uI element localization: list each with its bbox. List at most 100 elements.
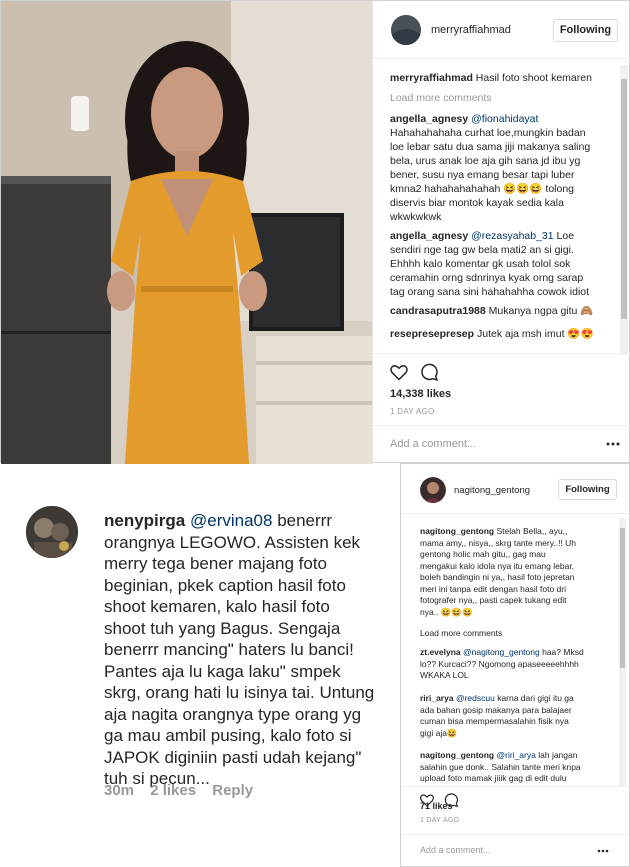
comment-username[interactable]: candrasaputra1988 [390,305,486,317]
avatar-image [420,477,446,503]
comment-text: loe lebar satu dua sama jiji makanya sal… [390,141,591,153]
caption-username[interactable]: merryraffiahmad [390,72,473,84]
avatar-image [391,15,421,45]
comment-mention[interactable]: @nagitong_gentong [463,647,540,657]
comment-text: cuman bisa mempermasalahin fisik nya [420,716,569,726]
following-button[interactable]: Following [553,19,618,42]
comment-text: bela, urus anak loe aja gih sana jd ibu … [390,155,581,167]
comments-scrollbar[interactable] [620,65,628,355]
comment: angella_agnesy @rezasyahab_31 Loe sendir… [390,229,626,299]
comment: resepresepresep Jutek aja msh imut 😍😍 [390,327,626,345]
load-more-comments[interactable]: Load more comments [420,628,502,640]
caption-text: Hasil foto shoot kemaren [475,72,592,84]
comment-username[interactable]: angella_agnesy [390,113,468,125]
comment-text: beginian, pkek caption hasil foto [104,575,346,595]
caption-text: fotografer nya,, pasti capek tukang edit [420,595,567,605]
post-sidebar: merryraffiahmad Following merryraffiahma… [372,1,630,464]
comment-likes[interactable]: 2 likes [150,782,196,799]
comment-text: gigi aja😆 [420,727,458,738]
comments-scrollbar[interactable] [619,518,626,786]
comment-username[interactable]: resepresepresep [390,328,474,340]
comment-username[interactable]: nagitong_gentong [420,750,494,760]
following-button[interactable]: Following [558,479,617,500]
divider [373,425,630,426]
like-count[interactable]: 14,338 likes [390,388,451,400]
comment-meta: 30m 2 likes Reply [104,782,253,799]
load-more-comments[interactable]: Load more comments [390,91,492,105]
post-caption: merryraffiahmad Hasil foto shoot kemaren [390,71,626,85]
comment-card: nenypirga @ervina08 benerrr orangnya LEG… [0,488,400,818]
photo-illustration [1,1,372,464]
comment-text: bener, susu nya emang besar tapi luber [390,169,575,181]
comment-text: aja nagita orangnya type orang yg [104,704,362,724]
comment: riri_arya @redscuu karna dari gigi itu g… [420,693,615,739]
caption-text: gentong holic mah gitu,, gag mau [420,549,546,559]
comment-text: ada bahan gosip makanya para balajaer [420,704,572,715]
comment-text: sendiri nge tag gw bela mati2 an si gigi… [390,244,574,256]
like-count[interactable]: 71 likes [420,801,453,811]
comment: angella_agnesy @fionahidayat Hahahahahah… [390,112,626,224]
more-options-icon[interactable] [606,437,620,451]
comment-text: Loe [556,230,575,242]
comment-text: tag orang sana sini hahahahha cowok idio… [390,286,590,298]
comment-text: skrg, orang hati lu isinya tai. Untung [104,683,375,702]
comment-username[interactable]: angella_agnesy [390,230,468,242]
comment-text: Pantes aja lu kaga laku" smpek [104,661,341,681]
comment-mention[interactable]: @rezasyahab_31 [471,230,553,242]
comment-mention[interactable]: @fionahidayat [471,113,538,125]
scrollbar-thumb[interactable] [620,528,625,668]
comment-text: wkwkwkwk [390,211,442,223]
comment-username[interactable]: zt.evelyna [420,647,461,657]
reply-button[interactable]: Reply [212,782,253,799]
more-options-icon[interactable] [597,844,609,856]
comment-text: ga mau ambil pusing, kalo foto si [104,726,352,745]
caption-username[interactable]: nagitong_gentong [420,526,494,536]
add-comment-input[interactable]: Add a comment... [420,845,491,855]
comment-body: nenypirga @ervina08 benerrr orangnya LEG… [104,510,394,790]
comment: zt.evelyna @nagitong_gentong haa? Mksd l… [420,647,615,682]
comment-text: karna dari gigi itu ga [497,693,574,703]
comment-text: ceramahin orng sdnrinya kyak orng sarap [390,272,584,284]
comment-text: merry tega bener majang foto [104,554,328,573]
caption-text: meri ini tanpa edit dengan hasil foto dr… [420,583,567,594]
avatar[interactable] [26,506,78,558]
avatar[interactable] [420,477,446,503]
comment-mention[interactable]: @riri_arya [497,750,536,760]
post-timestamp: 1 DAY AGO [390,407,435,416]
comment-text: benerrr [277,511,332,530]
comment-text: upload foto mamak jiiik gag di edit dulu [420,773,567,783]
comment-username[interactable]: riri_arya [420,693,454,703]
comment-text: shoot kemaren, kalo hasil foto [104,597,330,616]
post-username[interactable]: merryraffiahmad [431,24,511,36]
like-heart-icon[interactable] [389,362,409,382]
divider [401,786,629,787]
comment: candrasaputra1988 Mukanya ngpa gitu 🙈 [390,304,626,318]
comment-text: benerrr mancing" haters lu banci! [104,640,354,659]
scrollbar-thumb[interactable] [621,79,627,319]
avatar[interactable] [391,15,421,45]
comment-mention[interactable]: @ervina08 [190,511,272,530]
post-caption: nagitong_gentong Stelah Bella,, ayu,, ma… [420,526,615,618]
add-comment-input[interactable]: Add a comment... [390,438,476,450]
post-header: merryraffiahmad Following [373,1,630,59]
comment-bubble-icon[interactable] [419,362,439,382]
comment-text: lah jangan [538,750,578,760]
comment-text: kmna2 hahahahahahah 😆😆😆 tolong [390,183,575,195]
comment-text: Mukanya ngpa gitu 🙈 [488,305,594,317]
comment: nagitong_gentong @riri_arya lah jangan s… [420,750,615,786]
comment-username[interactable]: nenypirga [104,511,185,530]
comment-mention[interactable]: @redscuu [456,693,495,703]
caption-text: mama amy,, nisya,, skrg tante mery..!! U… [420,537,577,548]
comment-text: Hahahahahaha curhat loe,mungkin badan [390,127,586,139]
comment-text: Ehhhh kalo komentar gk usah tolol sok [390,258,571,270]
post-username[interactable]: nagitong_gentong [454,485,530,496]
instagram-post-top: merryraffiahmad Following merryraffiahma… [0,0,630,464]
avatar-image [26,506,78,558]
comment-text: diservis biar montok kayak sedia kala [390,197,564,209]
caption-text: boleh bandingin ni ya,, hasil foto jepre… [420,572,575,582]
divider [373,353,630,354]
post-photo[interactable] [1,1,372,464]
comment-text: salahin gue donk.. Salahin tante meri kn… [420,761,581,772]
comment-text: orangnya LEGOWO. Assisten kek [104,532,361,552]
comment-text: Jutek aja msh imut 😍😍 [476,328,594,340]
